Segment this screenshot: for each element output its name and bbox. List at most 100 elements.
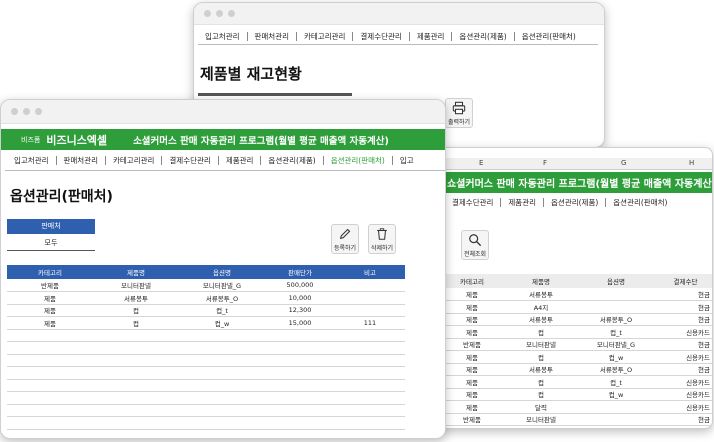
table-cell[interactable] [265,429,335,438]
table-cell[interactable]: 컵_w [179,316,265,330]
table-cell[interactable] [265,341,335,355]
empty-row[interactable] [7,354,405,367]
table-cell[interactable] [335,379,405,392]
table-cell[interactable]: 모니터판넬_G [179,279,265,292]
table-cell[interactable] [7,416,93,430]
table-cell[interactable] [179,391,265,405]
table-cell[interactable] [335,279,405,292]
table-cell[interactable]: 모니터판넬 [507,413,575,426]
table-row[interactable]: 제품 서류봉투 서류봉투_O 10,000 [7,291,405,305]
table-cell[interactable]: 신용카드 [657,350,712,364]
table-cell[interactable]: 제품 [437,375,507,389]
table-row[interactable]: 제품 컵 컵_w 신용카드 [437,388,712,401]
table-cell[interactable] [335,404,405,417]
table-cell[interactable]: 컵 [507,350,575,364]
table-cell[interactable] [335,429,405,438]
table-cell[interactable]: 15,000 [265,316,335,330]
filter-value[interactable]: 모두 [7,236,95,251]
table-row[interactable]: 제품 컵 컵_t 신용카드 [437,325,712,339]
table-cell[interactable] [7,429,93,438]
menu-item[interactable]: 옵션관리(판매처) [324,156,393,165]
table-cell[interactable]: 제품 [437,300,507,314]
table-row[interactable]: 제품 컵 컵_t 12,300 [7,304,405,317]
table-cell[interactable]: 컵 [507,325,575,339]
table-cell[interactable]: 컵 [93,304,179,317]
empty-row[interactable] [7,404,405,417]
table-cell[interactable] [179,354,265,367]
column-letter-f[interactable]: F [543,159,547,167]
table-cell[interactable]: 신용카드 [657,375,712,389]
table-cell[interactable]: 컵_w [575,388,657,401]
menu-item[interactable]: 입고 [393,156,421,165]
table-cell[interactable]: 컵_t [575,325,657,339]
table-cell[interactable] [93,416,179,430]
delete-button[interactable]: 삭제하기 [368,224,396,254]
table-cell[interactable]: 반제품 [437,338,507,351]
column-letter-g[interactable]: G [621,159,626,167]
menu-item[interactable]: 입고처관리 [198,32,248,41]
empty-row[interactable] [7,329,405,342]
print-button[interactable]: 출력하기 [445,98,473,128]
empty-row[interactable] [7,379,405,392]
table-cell[interactable]: 서류봉투 [507,288,575,301]
table-cell[interactable]: 신용카드 [657,400,712,414]
table-cell[interactable]: 제품 [437,388,507,401]
table-cell[interactable] [335,341,405,355]
table-row[interactable]: 제품 서류봉투 서류봉투_O 현금 [437,363,712,376]
window-dot[interactable] [216,10,223,17]
table-cell[interactable] [335,366,405,380]
table-cell[interactable]: 제품 [437,288,507,301]
table-cell[interactable]: 111 [335,316,405,330]
table-cell[interactable] [93,379,179,392]
menu-item[interactable]: 옵션관리(제품) [261,156,324,165]
table-row[interactable]: 제품 서류봉투 서류봉투_O 현금 [437,313,712,326]
table-cell[interactable] [265,366,335,380]
menu-item[interactable]: 제품관리 [219,156,262,165]
table-cell[interactable]: 컵 [93,316,179,330]
window-dot[interactable] [23,108,30,115]
table-cell[interactable] [335,304,405,317]
table-cell[interactable] [575,288,657,301]
menu-item[interactable]: 결제수단관리 [445,198,502,207]
table-cell[interactable] [7,354,93,367]
table-cell[interactable] [335,329,405,342]
window-dot[interactable] [11,108,18,115]
table-cell[interactable] [265,379,335,392]
table-cell[interactable] [179,329,265,342]
table-cell[interactable] [93,429,179,438]
table-cell[interactable]: A4지 [507,300,575,314]
empty-row[interactable] [7,366,405,380]
table-cell[interactable]: 서류봉투_O [179,291,265,305]
menu-item[interactable]: 판매처관리 [248,32,297,41]
table-cell[interactable]: 500,000 [265,279,335,292]
table-cell[interactable]: 제품 [437,400,507,414]
window-dot[interactable] [204,10,211,17]
table-cell[interactable] [93,329,179,342]
table-cell[interactable]: 현금 [657,338,712,351]
table-cell[interactable] [265,404,335,417]
table-cell[interactable]: 컵 [507,388,575,401]
table-row[interactable]: 반제품 모니터판넬 모니터판넬_G 현금 [437,338,712,351]
menu-item[interactable]: 입고처관리 [7,156,57,165]
table-cell[interactable]: 제품 [7,304,93,317]
table-cell[interactable]: 신용카드 [657,388,712,401]
table-cell[interactable] [7,404,93,417]
table-cell[interactable] [7,391,93,405]
table-row[interactable]: 제품 달력 신용카드 [437,400,712,414]
table-cell[interactable] [93,391,179,405]
menu-item[interactable]: 옵션관리(판매처) [515,32,583,41]
table-cell[interactable]: 모니터판넬_G [575,338,657,351]
table-cell[interactable]: 현금 [657,288,712,301]
table-cell[interactable]: 컵_t [179,304,265,317]
table-cell[interactable]: 제품 [437,313,507,326]
table-cell[interactable] [265,354,335,367]
table-cell[interactable] [7,379,93,392]
table-cell[interactable] [265,416,335,430]
table-cell[interactable]: 현금 [657,313,712,326]
table-cell[interactable] [335,354,405,367]
table-cell[interactable] [179,366,265,380]
table-cell[interactable] [179,429,265,438]
menu-item[interactable]: 제품관리 [410,32,453,41]
table-cell[interactable] [265,329,335,342]
table-cell[interactable]: 컵 [507,375,575,389]
